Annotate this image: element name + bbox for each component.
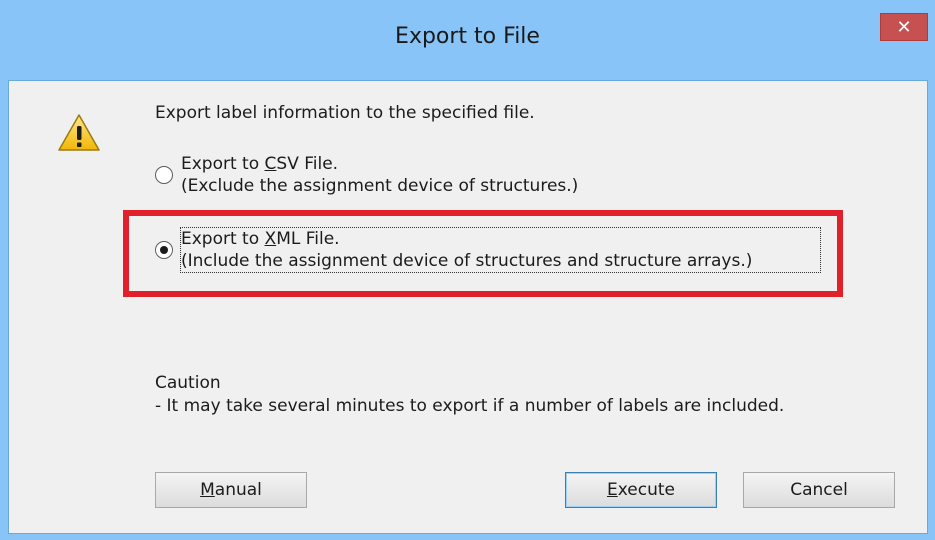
xml-option-description: (Include the assignment device of struct…: [181, 251, 753, 271]
csv-option-description: (Exclude the assignment device of struct…: [181, 176, 579, 196]
title-bar: Export to File ✕: [0, 0, 935, 80]
cancel-button[interactable]: Cancel: [743, 472, 895, 508]
export-dialog: Export to File ✕ Export label informatio…: [0, 0, 935, 540]
manual-button[interactable]: Manual: [155, 472, 307, 508]
warning-icon: [58, 114, 100, 151]
dialog-body: Export label information to the specifie…: [8, 80, 928, 534]
window-title: Export to File: [395, 24, 540, 49]
close-icon: ✕: [896, 17, 912, 38]
caution-heading: Caution: [155, 373, 221, 393]
xml-option-label[interactable]: Export to XML File.: [181, 229, 340, 249]
xml-radio[interactable]: [155, 241, 173, 259]
csv-option-label[interactable]: Export to CSV File.: [181, 154, 338, 174]
caution-text: - It may take several minutes to export …: [155, 396, 785, 416]
close-button[interactable]: ✕: [880, 13, 928, 41]
csv-radio[interactable]: [155, 166, 173, 184]
execute-button[interactable]: Execute: [565, 472, 717, 508]
dialog-message: Export label information to the specifie…: [155, 103, 535, 123]
